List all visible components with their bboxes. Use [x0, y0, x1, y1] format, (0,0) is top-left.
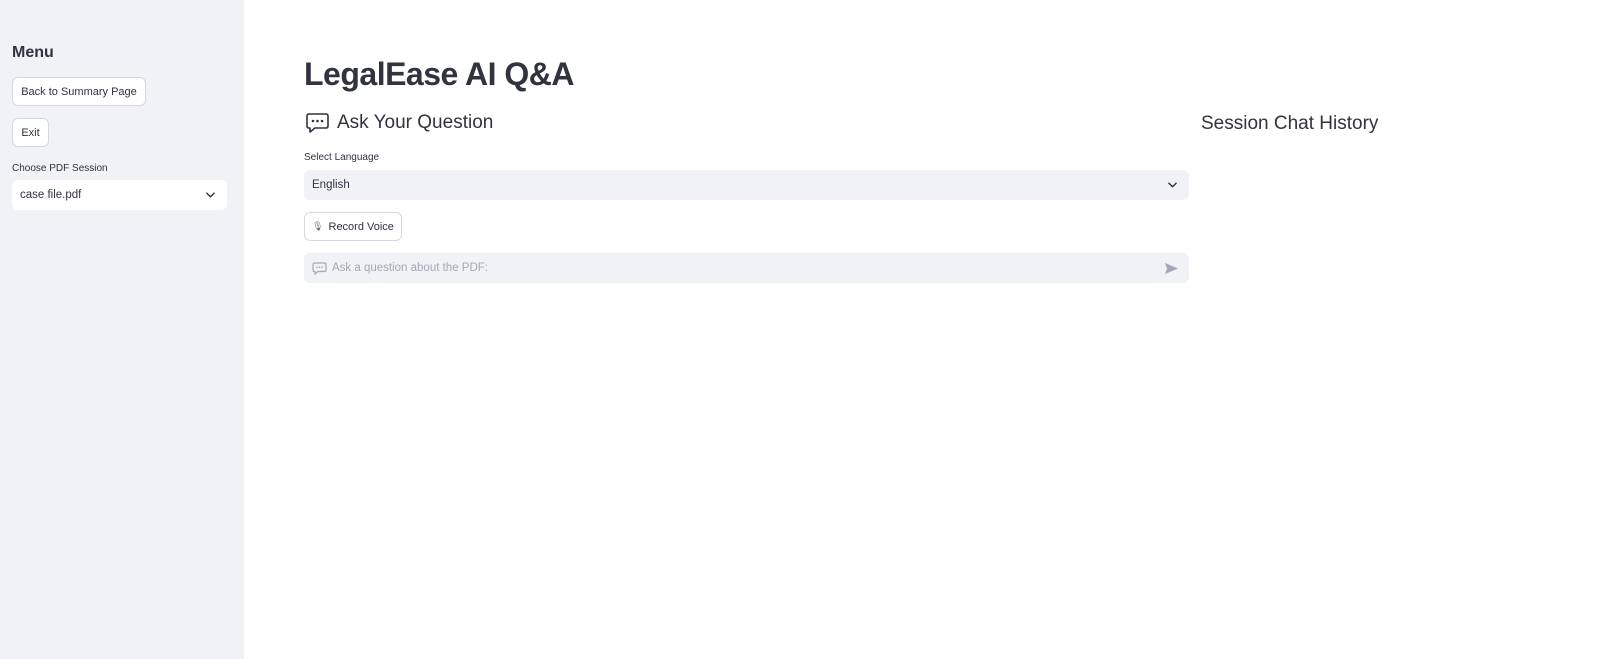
microphone-icon: 🎙 — [312, 221, 324, 231]
language-select[interactable]: English — [304, 170, 1189, 200]
sidebar: Menu Back to Summary Page Exit Choose PD… — [0, 0, 244, 659]
back-to-summary-button[interactable]: Back to Summary Page — [12, 77, 146, 106]
ask-question-heading: Ask Your Question — [305, 112, 493, 134]
language-select-label: Select Language — [304, 152, 380, 163]
exit-button[interactable]: Exit — [12, 118, 49, 147]
chat-input-bar — [304, 253, 1189, 283]
send-icon[interactable] — [1164, 262, 1179, 275]
record-voice-button[interactable]: 🎙 Record Voice — [304, 212, 402, 241]
language-value: English — [312, 179, 350, 191]
session-select-label: Choose PDF Session — [12, 163, 108, 174]
chevron-down-icon — [206, 192, 215, 198]
page-title: LegalEase AI Q&A — [304, 56, 575, 92]
pdf-session-value: case file.pdf — [20, 189, 82, 201]
record-voice-label: Record Voice — [328, 220, 394, 233]
pdf-session-select[interactable]: case file.pdf — [12, 180, 227, 210]
ask-question-heading-text: Ask Your Question — [337, 112, 494, 133]
chat-question-input[interactable] — [330, 261, 1164, 275]
chevron-down-icon — [1168, 182, 1177, 188]
session-chat-history-heading: Session Chat History — [1201, 113, 1379, 134]
sidebar-title: Menu — [12, 44, 54, 61]
chat-bubble-icon — [312, 261, 327, 275]
speech-bubble-dots-icon — [306, 113, 329, 133]
